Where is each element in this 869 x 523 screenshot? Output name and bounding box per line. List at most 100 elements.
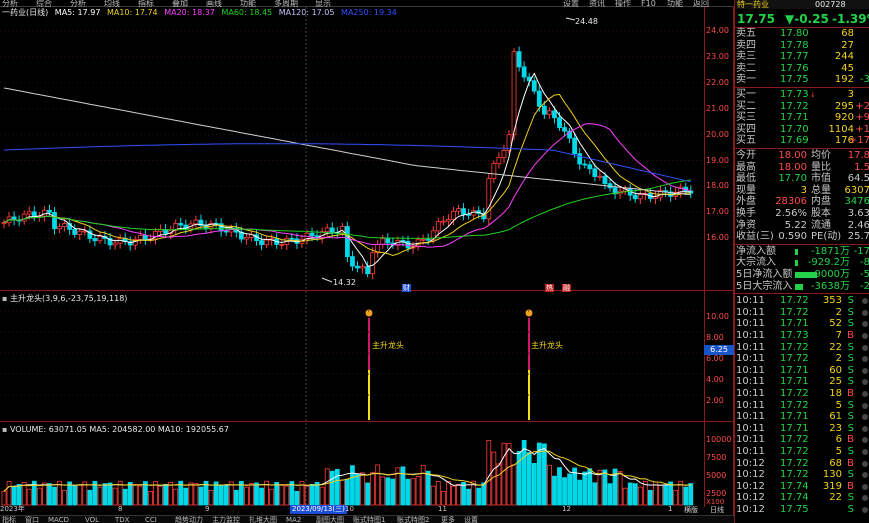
tick-volume: 22 [829,492,842,504]
tick-dot-icon [862,321,868,328]
stat-value: 3.63 [847,208,869,219]
volume-bar [36,487,42,506]
tick-price: 17.72 [780,388,809,399]
candle-body [491,163,497,180]
bottom-tab[interactable]: MACD [48,516,69,523]
bid-row[interactable]: 买二 17.72 295 +2 [735,101,869,113]
stat-value: 2.46 [847,219,869,231]
bid-row[interactable]: 买五 17.69 176 +17 [735,135,869,147]
tick-direction: S [847,364,854,376]
volume-bar [536,442,542,506]
flow-label: 大宗流入 [736,257,776,269]
bid-row[interactable]: 买三 17.71 920 +9 [735,112,869,124]
bottom-tab[interactable]: TDX [115,516,129,523]
ask-volume: 68 [841,28,854,39]
tick-direction: B [847,388,854,399]
candle-body [496,157,502,165]
candle-body [264,239,270,246]
candle-body [587,164,593,170]
ask-row[interactable]: 卖二 17.76 45 [735,63,869,75]
bottom-tab[interactable]: 主力监控 [212,516,240,523]
candle-body [77,230,83,235]
date-tick: 11 [438,505,447,513]
marker-cai[interactable]: 财 [402,284,411,292]
volume-bar [314,481,320,506]
tick-time: 10:11 [736,399,765,411]
stat-label: 市值 [811,173,831,185]
ask-row[interactable]: 卖三 17.77 244 [735,51,869,63]
bottom-tab[interactable]: 窗口 [25,516,39,523]
bid-label: 买三 [736,112,756,124]
indicator-dropdown-icon[interactable]: ▪ [2,294,7,303]
volume-bar [127,481,133,506]
volume-bar [420,464,426,506]
tick-direction: B [847,480,854,492]
ask-row[interactable]: 卖一 17.75 192 -3 [735,74,869,86]
volume-bar [451,485,456,506]
candle-body [370,252,376,275]
tick-time: 10:11 [736,388,765,399]
volume-bar [405,478,411,506]
candle-body [385,238,391,244]
bottom-tab[interactable]: MA2 [286,516,301,523]
ma120-line [3,143,691,183]
tick-row: 10:11 17.71 52 S [735,318,869,330]
candle-body [632,194,638,200]
bottom-tab[interactable]: 趋势动力 [175,516,203,523]
bottom-tab[interactable]: 账式特图2 [397,516,429,523]
marker-rong[interactable]: 融 [562,284,571,292]
bottom-tab[interactable]: 指标 [2,516,16,523]
candle-body [501,149,507,158]
indicator-title-text: 主升龙头(3,9,6,-23,75,19,118) [9,294,128,303]
volume-bar [658,484,663,506]
date-tick: 2023年 [0,505,25,513]
tick-row: 10:11 17.72 2 S [735,353,869,365]
bottom-tab[interactable]: 扎堆大图 [249,516,277,523]
right-bottom-tab[interactable]: 横版 [684,506,698,515]
stock-name-short: 特一药业 [737,0,769,9]
stat-row: 外盘 28306 内盘 3476 [735,196,869,208]
bid-row[interactable]: 买四 17.70 1104 +1 [735,124,869,136]
right-bottom-tab[interactable]: 日线 [710,506,724,515]
tick-time: 10:12 [736,469,765,481]
bid-row[interactable]: 买一 17.73 ↓ 3 [735,89,869,101]
tick-row: 10:11 17.71 23 S [735,423,869,435]
quote-header: 特一药业 002728 [735,0,869,9]
candle-body [21,213,27,222]
marker-re[interactable]: 热 [545,284,554,292]
bid-price: 17.72 [780,100,809,112]
volume-bar [87,489,93,506]
tick-row: 10:11 17.71 61 S [735,411,869,423]
tick-direction: S [847,306,854,318]
bottom-tab[interactable]: 副图大图 [316,516,344,523]
stat-value: 3476 [844,196,869,208]
price-tick: 23.00 [706,51,729,61]
tick-volume: 68 [829,457,842,469]
volume-bar [132,483,138,506]
ask-row[interactable]: 卖四 17.78 27 [735,40,869,52]
bottom-tab[interactable]: 账式特图1 [353,516,385,523]
flow-value: -9000万 [810,269,850,280]
tick-dot-icon [862,425,868,432]
volume-bar [577,479,583,506]
bottom-tab[interactable]: VOL [85,516,99,523]
tick-dot-icon [862,356,868,363]
flow-value: -1871万 [810,245,850,257]
bottom-tab[interactable]: CCI [145,516,157,523]
tick-dot-icon [862,309,868,316]
volume-bar [632,483,638,506]
price-tick: 20.00 [706,129,729,139]
tick-price: 17.72 [780,306,809,318]
bottom-tab[interactable]: 更多 [441,516,455,523]
candle-body [552,110,557,119]
ask-row[interactable]: 卖五 17.80 68 [735,28,869,40]
tick-row: 10:11 17.71 25 S [735,376,869,388]
bottom-tab[interactable]: 设置 [464,516,478,523]
tick-dot-icon [862,495,868,502]
tick-direction: S [847,399,854,411]
volume-dropdown-icon[interactable]: ▪ [2,425,7,434]
candle-body [142,234,148,240]
candle-body [259,240,264,246]
candle-body [360,266,365,269]
ask-volume: 45 [841,62,854,74]
